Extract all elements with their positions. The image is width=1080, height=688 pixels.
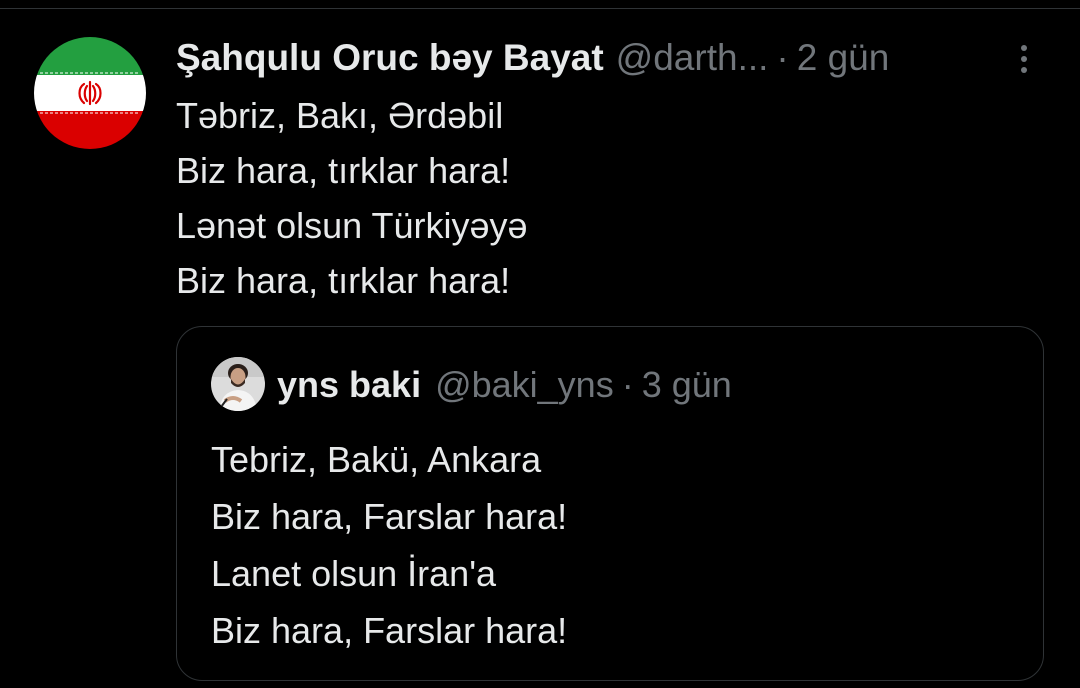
quote-header: yns baki @baki_yns · 3 gün	[277, 363, 732, 407]
person-photo-icon	[211, 357, 265, 411]
quote-line: Biz hara, Farslar hara!	[211, 496, 568, 537]
tweet-line: Lənət olsun Türkiyəyə	[176, 205, 528, 246]
top-divider	[0, 8, 1080, 9]
quote-timestamp[interactable]: 3 gün	[642, 364, 732, 406]
tweet-line: Biz hara, tırklar hara!	[176, 260, 511, 301]
quote-line: Lanet olsun İran'a	[211, 553, 497, 594]
quote-author-avatar[interactable]	[211, 357, 265, 411]
quote-text: Tebriz, Bakü, Ankara Biz hara, Farslar h…	[211, 431, 1031, 659]
tweet-header: Şahqulu Oruc bəy Bayat @darth... · 2 gün	[176, 36, 1056, 80]
tweet-line: Biz hara, tırklar hara!	[176, 150, 511, 191]
quote-author-handle[interactable]: @baki_yns	[435, 364, 614, 406]
author-name[interactable]: Şahqulu Oruc bəy Bayat	[176, 37, 604, 79]
author-handle[interactable]: @darth...	[616, 37, 769, 79]
quoted-tweet-card[interactable]: yns baki @baki_yns · 3 gün Tebriz, Bakü,…	[176, 326, 1044, 681]
tweet-line: Təbriz, Bakı, Ərdəbil	[176, 95, 504, 136]
tweet-timestamp[interactable]: 2 gün	[797, 37, 890, 79]
header-separator: ·	[776, 37, 789, 78]
quote-header-separator: ·	[621, 364, 634, 405]
quote-line: Tebriz, Bakü, Ankara	[211, 439, 542, 480]
author-avatar[interactable]	[34, 37, 146, 149]
quote-author-name[interactable]: yns baki	[277, 364, 421, 406]
more-options-icon[interactable]	[1012, 42, 1036, 78]
tweet-text: Təbriz, Bakı, Ərdəbil Biz hara, tırklar …	[176, 88, 1036, 308]
quote-line: Biz hara, Farslar hara!	[211, 610, 568, 651]
iran-flag-icon	[34, 37, 146, 149]
